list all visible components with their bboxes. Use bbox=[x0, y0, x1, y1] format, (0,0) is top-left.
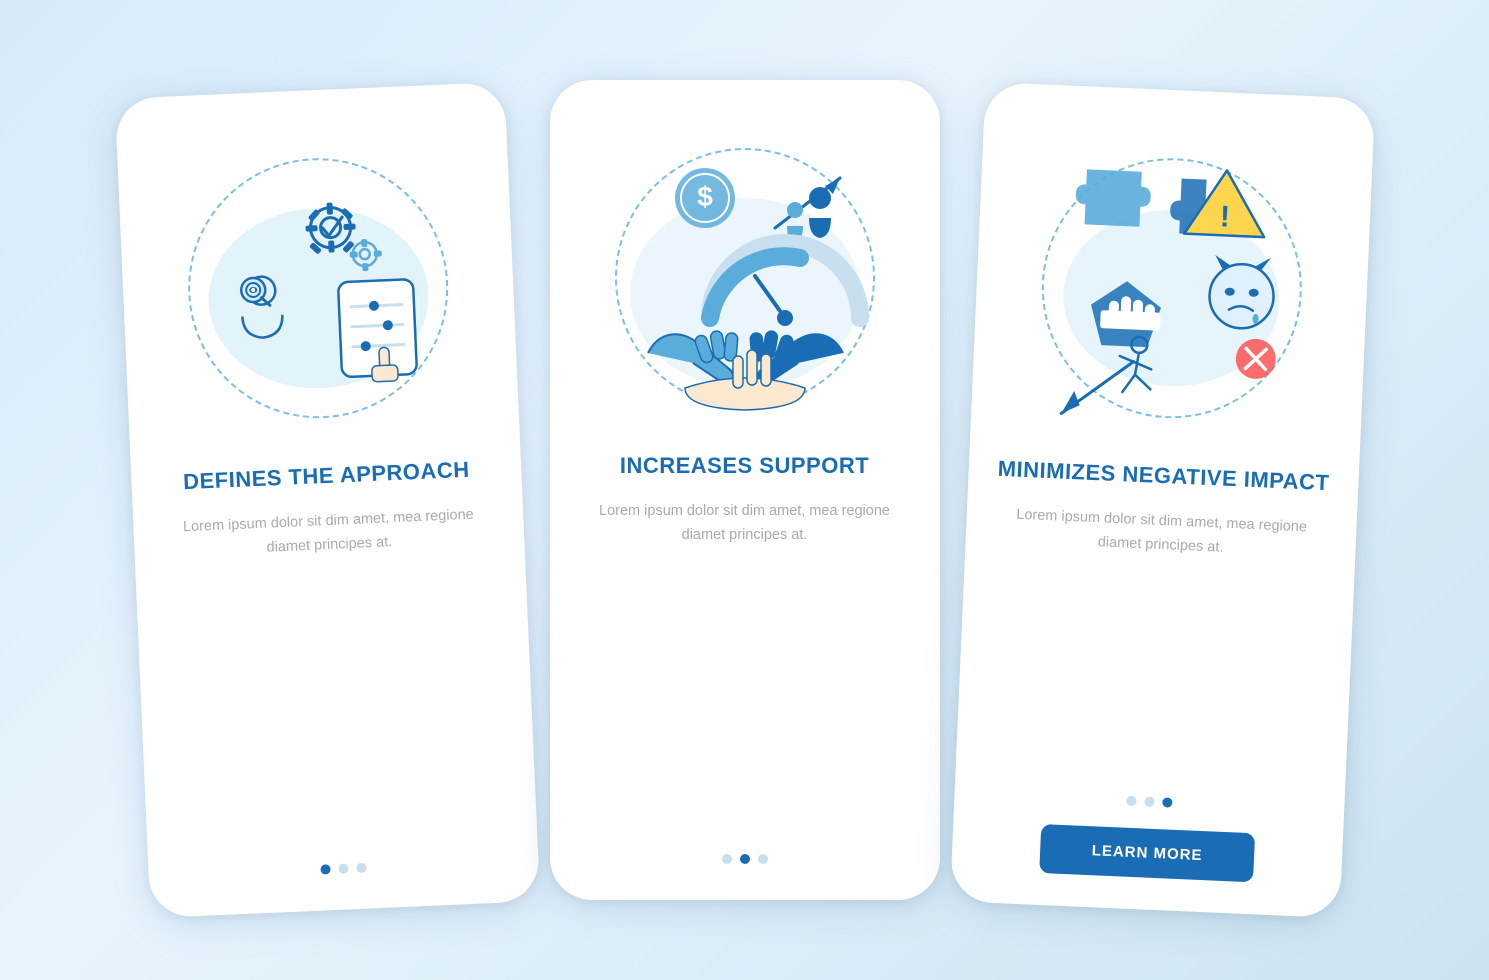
card-3-dots bbox=[1126, 796, 1172, 808]
illustration-svg-1 bbox=[167, 137, 469, 439]
phone-card-3: ! bbox=[949, 82, 1374, 918]
svg-text:!: ! bbox=[1219, 200, 1230, 233]
illustration-2: $ bbox=[595, 128, 895, 428]
card-1-dots bbox=[320, 863, 366, 875]
phone-card-2: $ bbox=[550, 80, 940, 900]
dot-3-1 bbox=[1126, 796, 1136, 806]
dot-1-2 bbox=[338, 863, 348, 873]
learn-more-button[interactable]: LEARN MORE bbox=[1038, 824, 1255, 882]
card-1-title: DEFINES THE APPROACH bbox=[182, 456, 470, 497]
dot-3-3 bbox=[1162, 797, 1172, 807]
phone-card-1: DEFINES THE APPROACH Lorem ipsum dolor s… bbox=[114, 82, 539, 918]
card-2-title: INCREASES SUPPORT bbox=[620, 452, 869, 481]
card-2-body: Lorem ipsum dolor sit dim amet, mea regi… bbox=[578, 499, 912, 548]
dot-2-2 bbox=[740, 854, 750, 864]
illustration-svg-3: ! bbox=[1020, 137, 1322, 439]
card-2-dots bbox=[722, 854, 768, 864]
svg-text:$: $ bbox=[697, 181, 713, 212]
card-3-title: MINIMIZES NEGATIVE IMPACT bbox=[997, 455, 1330, 498]
dot-3-2 bbox=[1144, 796, 1154, 806]
phones-container: DEFINES THE APPROACH Lorem ipsum dolor s… bbox=[132, 80, 1358, 900]
illustration-1 bbox=[161, 132, 474, 445]
dot-1-1 bbox=[320, 864, 330, 874]
card-1-body: Lorem ipsum dolor sit dim amet, mea regi… bbox=[160, 501, 496, 565]
dot-2-1 bbox=[722, 854, 732, 864]
illustration-svg-2: $ bbox=[600, 133, 890, 423]
illustration-3: ! bbox=[1015, 132, 1328, 445]
card-3-body: Lorem ipsum dolor sit dim amet, mea regi… bbox=[993, 501, 1329, 565]
dot-1-3 bbox=[356, 863, 366, 873]
dot-2-3 bbox=[758, 854, 768, 864]
